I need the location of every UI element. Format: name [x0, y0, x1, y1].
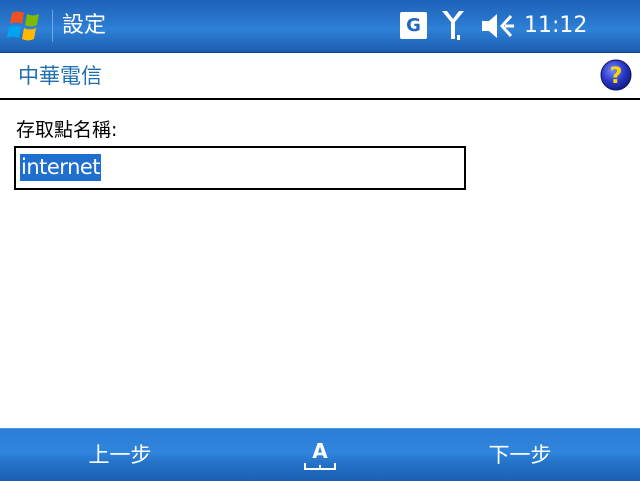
- access-point-name-value[interactable]: internet: [20, 154, 102, 181]
- signal-strength-icon[interactable]: [440, 9, 466, 43]
- page-header: 中華電信 ?: [0, 53, 640, 100]
- speaker-muted-icon[interactable]: [480, 11, 516, 41]
- access-point-name-input[interactable]: internet: [14, 146, 466, 190]
- back-softkey[interactable]: 上一步: [60, 429, 180, 481]
- title-bar: 設定 G 11:12: [0, 0, 640, 53]
- svg-text:?: ?: [610, 64, 623, 89]
- help-icon[interactable]: ?: [599, 58, 633, 92]
- network-g-icon[interactable]: G: [400, 12, 427, 39]
- access-point-name-label: 存取點名稱:: [16, 119, 118, 141]
- next-softkey[interactable]: 下一步: [460, 429, 580, 481]
- page-title: 中華電信: [18, 64, 102, 88]
- app-title: 設定: [62, 13, 107, 38]
- title-separator: [52, 10, 53, 42]
- input-mode-button[interactable]: A: [300, 439, 340, 473]
- keyboard-icon: [304, 463, 336, 470]
- menu-bar: 上一步 A 下一步: [0, 428, 640, 481]
- input-mode-letter: A: [312, 439, 328, 463]
- windows-start-icon[interactable]: [6, 7, 46, 45]
- clock[interactable]: 11:12: [524, 12, 587, 40]
